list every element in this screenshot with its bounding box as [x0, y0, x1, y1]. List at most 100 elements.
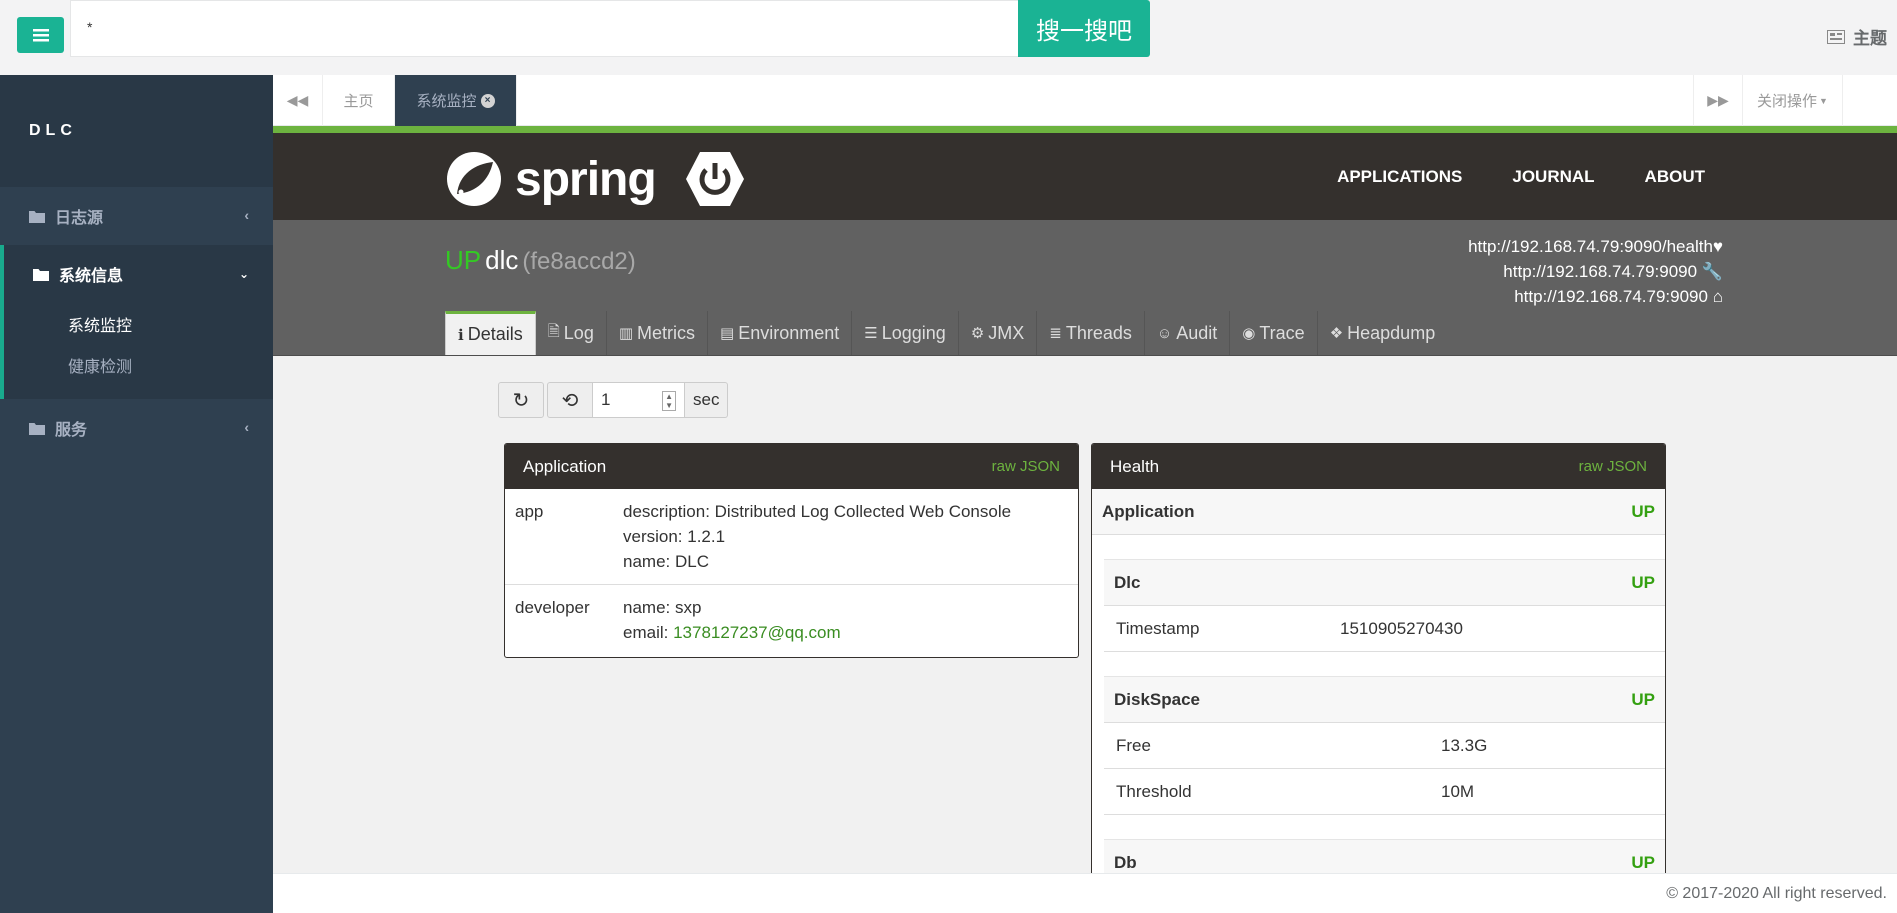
service-url[interactable]: http://192.168.74.79:9090 ⌂	[1468, 284, 1723, 309]
developer-name: name: sxp	[623, 598, 702, 617]
app-description: description: Distributed Log Collected W…	[623, 502, 1012, 521]
app-tabs: ℹ Details 🗎 Log ▥ Metrics ▤ Environment ☰ Log…	[445, 311, 1447, 355]
developer-email: email: 1378127237@qq.com	[623, 620, 841, 645]
status-badge: UP	[1631, 501, 1655, 521]
tabs-bar: ◀◀ 主页 系统监控 × ▶▶ 关闭操作 ▼	[273, 75, 1897, 126]
tab-metrics[interactable]: ▥ Metrics	[607, 311, 709, 355]
app-id: (fe8accd2)	[522, 248, 636, 275]
accent-line	[273, 126, 1897, 133]
health-application-row: Application UP	[1092, 489, 1665, 535]
heartbeat-icon: ♥	[1712, 237, 1723, 256]
main-content: spring APPLICATIONS JOURNAL ABOUT UP dlc(…	[273, 126, 1897, 873]
health-detail-key: Timestamp	[1116, 618, 1200, 638]
raw-json-link[interactable]: raw JSON	[992, 458, 1060, 475]
gears-icon: ⚙	[970, 325, 985, 342]
sidebar-item-services[interactable]: 服务 ‹	[0, 399, 273, 457]
management-url-text: http://192.168.74.79:9090	[1503, 262, 1698, 281]
tab-label: Audit	[1176, 322, 1218, 343]
sidebar-group-system-info: 系统信息 ⌄ 系统监控 健康检测	[0, 245, 273, 399]
raw-json-link[interactable]: raw JSON	[1579, 458, 1647, 475]
close-circle-icon[interactable]: ×	[480, 93, 495, 108]
tab-details[interactable]: ℹ Details	[445, 311, 536, 355]
row-key: app	[515, 502, 544, 521]
tab-environment[interactable]: ▤ Environment	[708, 311, 853, 355]
table-row: app description: Distributed Log Collect…	[505, 489, 1078, 584]
nav-applications[interactable]: APPLICATIONS	[1337, 167, 1462, 187]
panel-header: Application raw JSON	[505, 444, 1078, 489]
health-detail-value: 10M	[1441, 781, 1475, 801]
tabs-scroll-left-button[interactable]: ◀◀	[273, 75, 323, 126]
tab-label: Trace	[1259, 322, 1305, 343]
refresh-interval-value: 1	[601, 390, 611, 409]
tab-threads[interactable]: ≣ Threads	[1037, 311, 1145, 355]
chevron-left-icon: ‹	[244, 207, 249, 223]
refresh-interval-input[interactable]: 1 ▲ ▼	[593, 382, 685, 418]
tab-heapdump[interactable]: ❖ Heapdump	[1318, 311, 1448, 355]
app-name-line: name: DLC	[623, 552, 709, 571]
theme-icon	[1827, 29, 1845, 44]
health-group-diskspace: DiskSpace UP Free 13.3G Threshold 10M	[1104, 676, 1665, 815]
panel-header: Health raw JSON	[1092, 444, 1665, 489]
email-link[interactable]: 1378127237@qq.com	[673, 623, 841, 642]
folder-icon	[29, 422, 45, 435]
application-panel: Application raw JSON app description: Di…	[504, 443, 1079, 658]
tab-label: 系统监控	[416, 93, 477, 110]
management-url[interactable]: http://192.168.74.79:9090 🔧	[1468, 259, 1723, 284]
tab-log[interactable]: 🗎 Log	[536, 311, 607, 355]
close-operations-dropdown[interactable]: 关闭操作 ▼	[1743, 75, 1843, 126]
sidebar-item-system-info[interactable]: 系统信息 ⌄	[4, 245, 273, 303]
interval-unit: sec	[685, 382, 729, 418]
tab-audit[interactable]: ☺ Audit	[1145, 311, 1231, 355]
health-detail-value: 1510905270430	[1340, 618, 1463, 638]
tab-trace[interactable]: ◉ Trace	[1230, 311, 1318, 355]
tab-home[interactable]: 主页	[323, 75, 395, 126]
chevron-left-icon: ‹	[244, 419, 249, 435]
health-url[interactable]: http://192.168.74.79:9090/health♥	[1468, 234, 1723, 259]
nav-about[interactable]: ABOUT	[1645, 167, 1705, 187]
bar-chart-icon: ▥	[618, 325, 634, 342]
auto-refresh-button[interactable]: ⟲	[547, 382, 593, 418]
panel-title: Health	[1110, 456, 1160, 476]
health-panel: Health raw JSON Application UP Dlc UP Ti…	[1091, 443, 1666, 873]
row-value: name: sxp email: 1378127237@qq.com	[623, 595, 841, 645]
health-group-name: Dlc	[1114, 572, 1141, 592]
tab-label: Metrics	[637, 322, 696, 343]
search-button[interactable]: 搜一搜吧	[1018, 0, 1150, 57]
sidebar-subitem-system-monitor[interactable]: 系统监控	[4, 303, 273, 344]
refresh-controls: ↻ ⟲ 1 ▲ ▼ sec	[498, 382, 729, 418]
row-key: developer	[515, 598, 590, 617]
home-icon: ⌂	[1712, 287, 1723, 306]
tab-label: Log	[563, 322, 594, 343]
double-chevron-right-icon: ▶▶	[1707, 92, 1729, 108]
tabs-scroll-right-button[interactable]: ▶▶	[1693, 75, 1743, 126]
sync-icon: ⟲	[561, 389, 579, 412]
app-version: version: 1.2.1	[623, 527, 726, 546]
health-detail-row: Free 13.3G	[1104, 723, 1665, 769]
nav-journal[interactable]: JOURNAL	[1512, 167, 1594, 187]
tab-logging[interactable]: ☰ Logging	[852, 311, 959, 355]
menu-toggle-button[interactable]	[17, 17, 64, 53]
spring-navbar: spring APPLICATIONS JOURNAL ABOUT	[273, 133, 1897, 220]
refresh-button[interactable]: ↻	[498, 382, 544, 418]
spring-nav-links: APPLICATIONS JOURNAL ABOUT	[1337, 167, 1705, 187]
status-badge: UP	[1631, 689, 1655, 709]
tab-jmx[interactable]: ⚙ JMX	[959, 311, 1038, 355]
sidebar: DLC 日志源 ‹ 系统信息 ⌄ 系统监控 健康检测 服务 ‹	[0, 75, 273, 913]
sidebar-item-log-source[interactable]: 日志源 ‹	[0, 187, 273, 245]
number-spinner-icon[interactable]: ▲ ▼	[662, 391, 676, 411]
table-row: developer name: sxp email: 1378127237@qq…	[505, 584, 1078, 655]
folder-open-icon	[33, 268, 49, 281]
search-input[interactable]: *	[70, 0, 1019, 57]
theme-button[interactable]: 主题	[1827, 24, 1887, 49]
sidebar-subitem-health-check[interactable]: 健康检测	[4, 344, 273, 399]
sliders-icon: ☰	[864, 325, 878, 342]
spring-logo[interactable]: spring	[445, 150, 746, 208]
tab-label: Details	[467, 324, 523, 344]
info-icon: ℹ	[458, 326, 464, 344]
tab-label: Threads	[1065, 322, 1132, 343]
application-rows: app description: Distributed Log Collect…	[505, 489, 1078, 655]
app-urls: http://192.168.74.79:9090/health♥ http:/…	[1468, 234, 1723, 309]
tab-system-monitor[interactable]: 系统监控 ×	[395, 75, 517, 126]
health-label: Application	[1102, 501, 1195, 521]
health-group-db: Db UP	[1104, 839, 1665, 873]
